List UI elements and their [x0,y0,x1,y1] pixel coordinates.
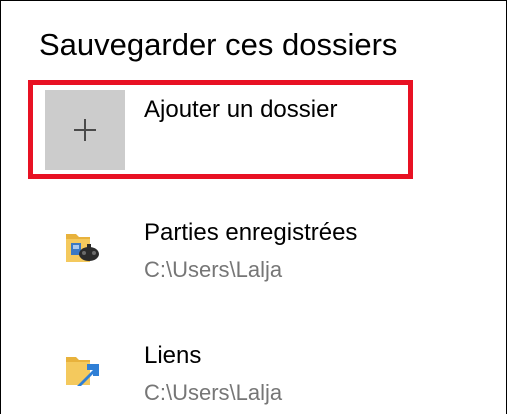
folder-path: C:\Users\Lalja [144,257,283,282]
add-folder-label[interactable]: Ajouter un dossier [144,96,337,124]
links-folder-icon [63,350,103,390]
folder-item-links[interactable]: Liens C:\Users\Lalja [1,336,481,414]
folder-item-saved-games[interactable]: Parties enregistrées C:\Users\Lalja [1,213,481,293]
folder-name: Liens [144,342,202,369]
folder-path: C:\Users\Lalja [144,380,283,405]
backup-folders-panel: Sauvegarder ces dossiers Ajouter un doss… [0,0,507,414]
folder-name: Parties enregistrées [144,219,358,246]
saved-games-folder-icon [63,227,103,267]
add-folder-button[interactable] [45,90,125,170]
section-title: Sauvegarder ces dossiers [39,27,398,62]
